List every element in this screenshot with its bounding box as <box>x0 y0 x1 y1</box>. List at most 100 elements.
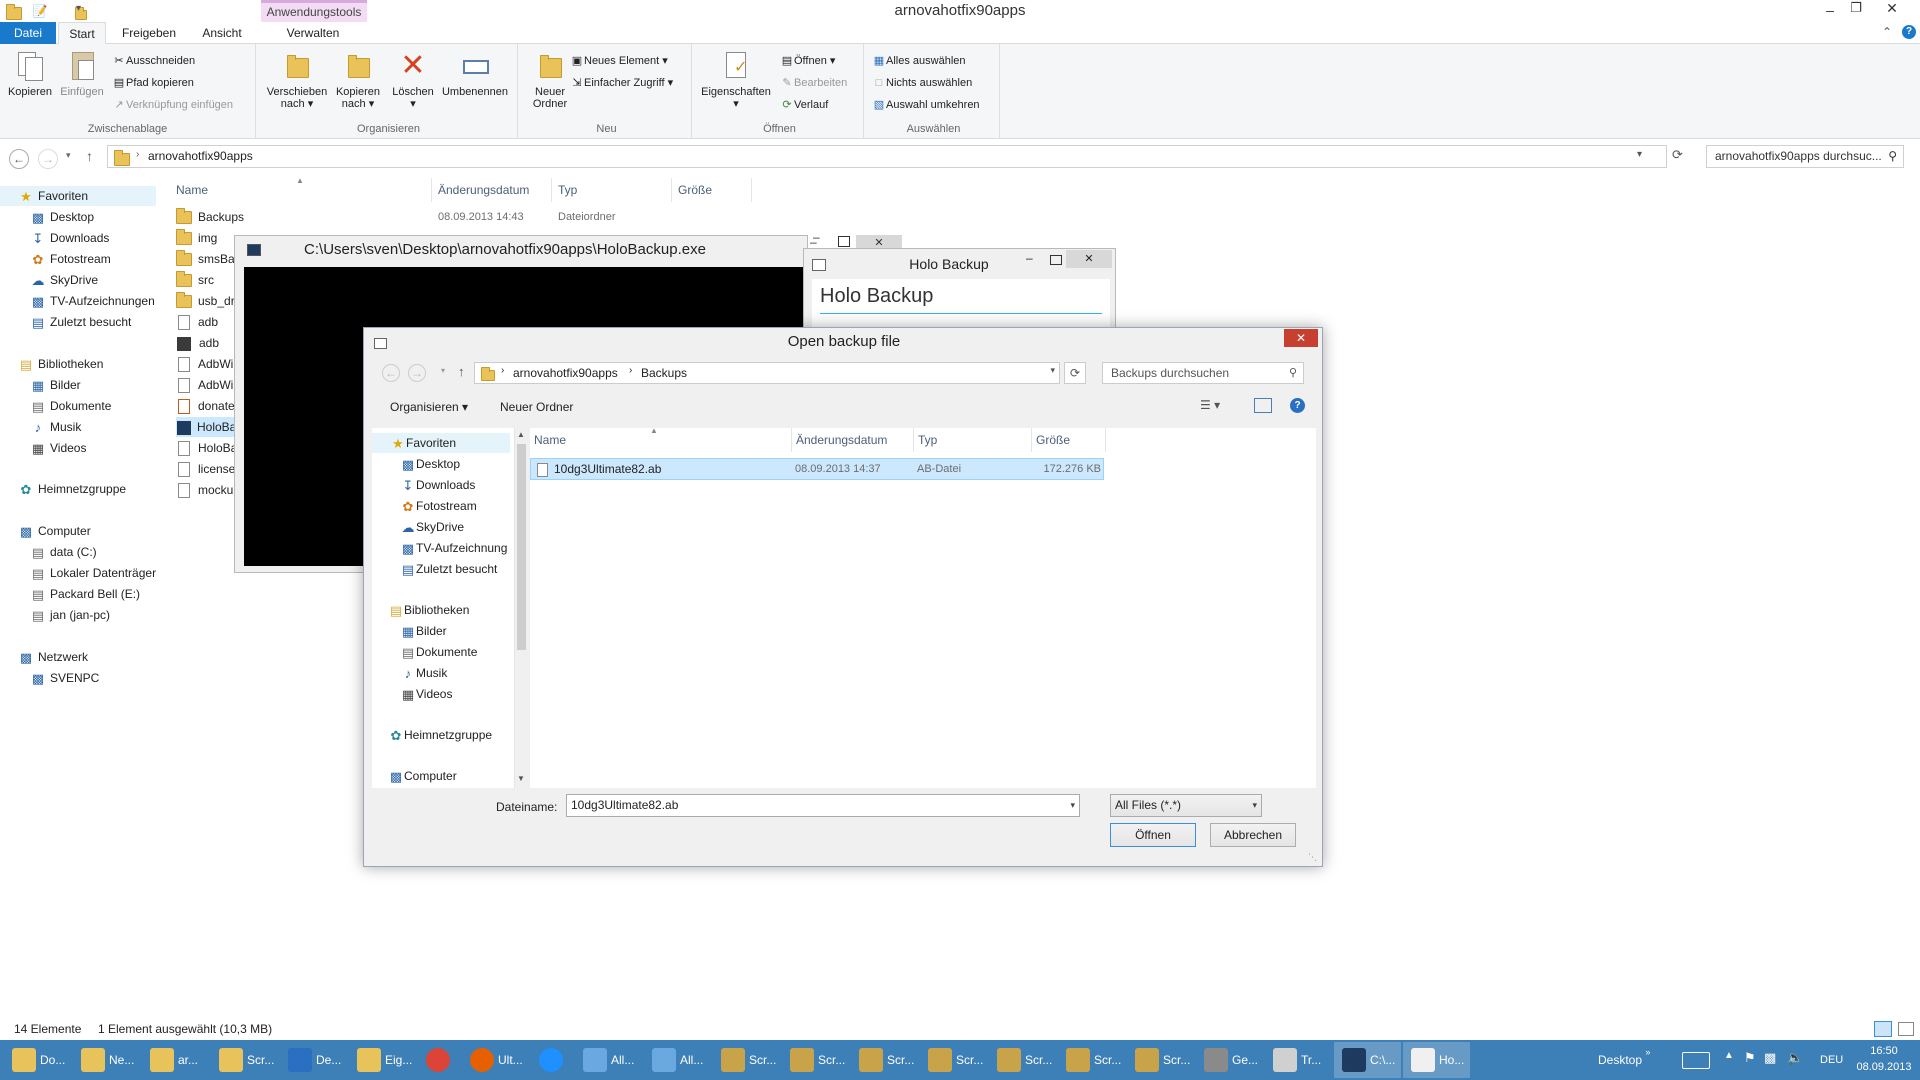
taskbar-item[interactable]: Scr... <box>851 1042 918 1078</box>
nav-fotostream[interactable]: ✿ Fotostream <box>30 249 111 269</box>
dialog-nav-scrollbar[interactable]: ▲ ▼ <box>514 428 528 788</box>
nav-drive-c[interactable]: ▤ data (C:) <box>30 542 97 562</box>
taskbar-item[interactable]: Scr... <box>211 1042 278 1078</box>
filter-dropdown-icon[interactable]: ▾ <box>1252 795 1257 816</box>
scroll-up-icon[interactable]: ▲ <box>517 430 525 439</box>
taskbar-item[interactable]: Scr... <box>920 1042 987 1078</box>
dialog-nav-recent[interactable]: ▤ Zuletzt besucht <box>400 559 498 579</box>
dialog-address-dropdown-icon[interactable]: ▾ <box>1050 365 1055 376</box>
taskbar-item[interactable]: Eig... <box>349 1042 416 1078</box>
tab-start[interactable]: Start <box>58 22 106 44</box>
nav-pictures[interactable]: ▦ Bilder <box>30 375 81 395</box>
taskbar-item[interactable]: Scr... <box>782 1042 849 1078</box>
search-input[interactable]: arnovahotfix90apps durchsuc... ⚲ <box>1706 145 1904 168</box>
taskbar-item[interactable]: All... <box>644 1042 711 1078</box>
dialog-up-button[interactable]: ↑ <box>458 364 465 379</box>
nav-music[interactable]: ♪ Musik <box>30 417 82 437</box>
file-row[interactable]: license <box>176 459 235 479</box>
select-all-button[interactable]: ▦ Alles auswählen <box>872 52 966 70</box>
console-maximize-icon[interactable] <box>838 236 850 247</box>
cancel-button[interactable]: Abbrechen <box>1210 823 1296 847</box>
taskbar-item[interactable] <box>418 1042 460 1078</box>
dialog-nav-tv-recordings[interactable]: ▩ TV-Aufzeichnung <box>400 538 508 558</box>
nav-tv-recordings[interactable]: ▩ TV-Aufzeichnungen <box>30 291 155 311</box>
breadcrumb-item[interactable]: Backups <box>641 363 687 383</box>
file-row[interactable]: Backups 08.09.2013 14:43 Dateiordner <box>176 207 746 227</box>
properties-quick-icon[interactable]: 📝 <box>32 4 48 18</box>
help-icon[interactable]: ? <box>1902 25 1916 39</box>
dialog-nav-downloads[interactable]: ↧ Downloads <box>400 475 476 495</box>
file-row[interactable]: src <box>176 270 214 290</box>
file-row-selected[interactable]: HoloBa <box>176 417 236 437</box>
scroll-down-icon[interactable]: ▼ <box>517 774 525 783</box>
holo-minimize-button[interactable]: – <box>1026 251 1033 265</box>
resize-grip-icon[interactable]: ⋱ <box>1308 852 1317 863</box>
edit-button[interactable]: ✎ Bearbeiten <box>780 74 847 92</box>
taskbar-item[interactable] <box>531 1042 573 1078</box>
show-hidden-icons-icon[interactable]: ▲ <box>1724 1050 1734 1061</box>
view-options-icon[interactable]: ☰ ▾ <box>1200 398 1220 412</box>
file-row[interactable]: usb_dr <box>176 291 235 311</box>
nav-network-drive[interactable]: ▤ jan (jan-pc) <box>30 605 110 625</box>
file-row[interactable]: AdbWi <box>176 375 233 395</box>
address-dropdown-icon[interactable]: ▾ <box>1637 149 1642 160</box>
holo-close-button[interactable]: ✕ <box>1066 250 1112 268</box>
move-to-button[interactable]: Verschieben nach ▾ <box>266 50 328 110</box>
taskbar-item[interactable]: Ult... <box>462 1042 529 1078</box>
filename-input[interactable]: 10dg3Ultimate82.ab ▾ <box>566 794 1080 817</box>
nav-network[interactable]: ▩ Netzwerk <box>18 647 88 667</box>
preview-pane-icon[interactable] <box>1254 398 1272 413</box>
new-folder-button[interactable]: Neuer Ordner <box>526 50 574 110</box>
select-none-button[interactable]: □ Nichts auswählen <box>872 74 973 92</box>
file-row[interactable]: HoloBa <box>176 438 237 458</box>
rename-button[interactable]: Umbenennen <box>438 50 512 98</box>
nav-desktop[interactable]: ▩ Desktop <box>30 207 94 227</box>
quick-access-dropdown-icon[interactable]: ▾ <box>76 3 81 14</box>
copy-to-button[interactable]: Kopieren nach ▾ <box>332 50 384 110</box>
delete-button[interactable]: ✕ Löschen ▾ <box>390 50 436 111</box>
tab-ansicht[interactable]: Ansicht <box>192 22 252 44</box>
dialog-recent-icon[interactable]: ▾ <box>441 366 445 375</box>
file-type-filter[interactable]: All Files (*.*) ▾ <box>1110 794 1262 817</box>
nav-documents[interactable]: ▤ Dokumente <box>30 396 112 416</box>
scrollbar-thumb[interactable] <box>517 444 526 650</box>
dialog-nav-skydrive[interactable]: ☁ SkyDrive <box>400 517 465 537</box>
taskbar-item[interactable]: Scr... <box>713 1042 780 1078</box>
dialog-help-icon[interactable]: ? <box>1290 398 1305 413</box>
file-row[interactable]: AdbWi <box>176 354 233 374</box>
dialog-nav-fotostream[interactable]: ✿ Fotostream <box>400 496 477 516</box>
dialog-nav-documents[interactable]: ▤ Dokumente <box>400 642 478 662</box>
tab-datei[interactable]: Datei <box>0 22 56 44</box>
dialog-nav-libraries[interactable]: ▤ Bibliotheken <box>388 600 470 620</box>
copy-button[interactable]: Kopieren <box>6 50 54 98</box>
dialog-address-bar[interactable]: › arnovahotfix90apps › Backups ▾ <box>474 362 1060 384</box>
restore-button[interactable]: ❐ <box>1846 0 1866 16</box>
file-row[interactable]: img <box>176 228 217 248</box>
network-status-icon[interactable]: ▩ <box>1764 1050 1776 1066</box>
taskbar-item[interactable]: De... <box>280 1042 347 1078</box>
taskbar-item[interactable]: Ge... <box>1196 1042 1263 1078</box>
file-row[interactable]: mocku <box>176 480 233 500</box>
nav-local-disk[interactable]: ▤ Lokaler Datenträger <box>30 563 156 583</box>
taskbar-item[interactable]: Ne... <box>73 1042 140 1078</box>
language-indicator[interactable]: DEU <box>1820 1040 1843 1080</box>
taskbar-item[interactable]: ar... <box>142 1042 209 1078</box>
nav-homegroup[interactable]: ✿ Heimnetzgruppe <box>18 479 127 499</box>
copy-path-button[interactable]: ▤ Pfad kopieren <box>112 74 194 92</box>
desktop-toolbar-label[interactable]: Desktop » <box>1598 1040 1650 1080</box>
minimize-button[interactable]: – <box>1820 2 1840 18</box>
filename-dropdown-icon[interactable]: ▾ <box>1070 795 1075 816</box>
dialog-back-button[interactable]: ← <box>382 364 400 382</box>
dialog-column-size[interactable]: Größe <box>1032 428 1106 452</box>
column-size[interactable]: Größe <box>672 178 752 202</box>
cut-button[interactable]: ✂ Ausschneiden <box>112 52 195 70</box>
column-type[interactable]: Typ <box>552 178 672 202</box>
easy-access-button[interactable]: ⇲ Einfacher Zugriff ▾ <box>570 74 673 92</box>
address-bar[interactable]: › arnovahotfix90apps ▾ <box>107 145 1667 168</box>
file-row[interactable]: adb <box>176 333 219 353</box>
file-row[interactable]: donate <box>176 396 235 416</box>
nav-libraries[interactable]: ▤ Bibliotheken <box>18 354 104 374</box>
dialog-new-folder-button[interactable]: Neuer Ordner <box>500 400 573 414</box>
dialog-nav-desktop[interactable]: ▩ Desktop <box>400 454 460 474</box>
dialog-forward-button[interactable]: → <box>408 364 426 382</box>
